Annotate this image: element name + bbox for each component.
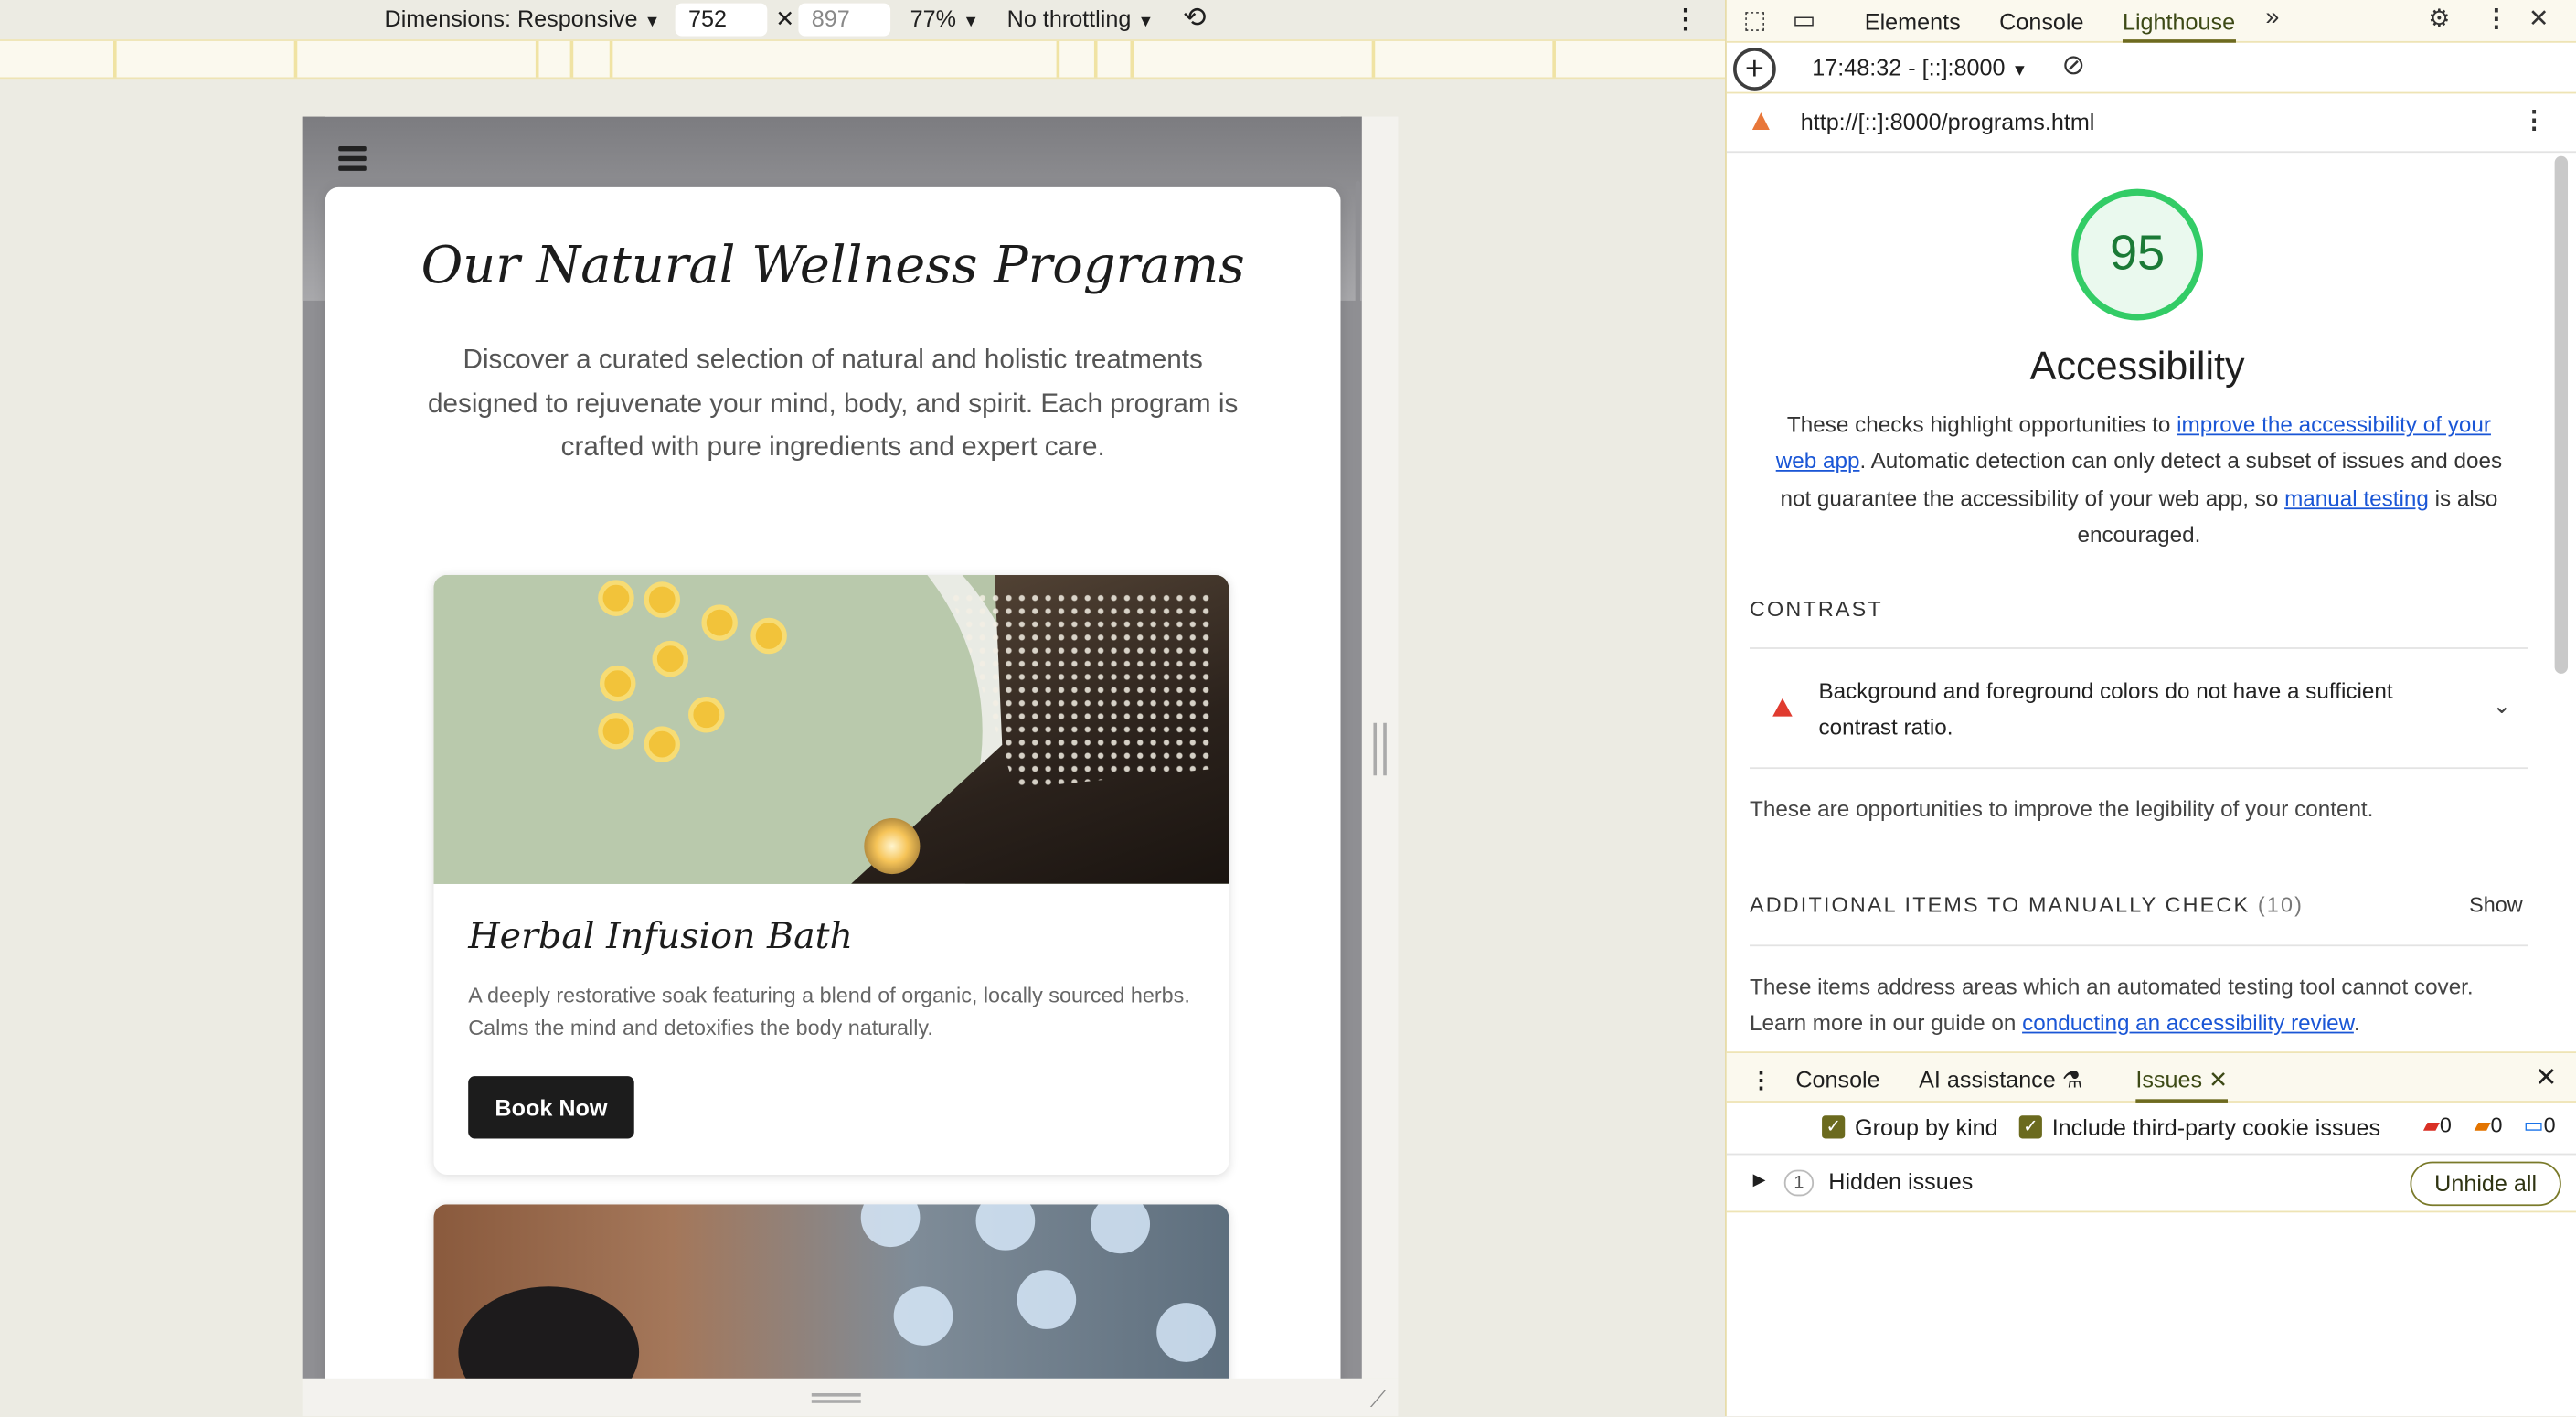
- hamburger-menu-icon[interactable]: [338, 145, 367, 171]
- browser-window: Dimensions: Responsive ▼ 752 ✕ 897 77% ▼ N…: [0, 0, 2576, 1417]
- error-count: ▰0: [2422, 1112, 2452, 1137]
- gear-icon[interactable]: ⚙: [2428, 4, 2450, 33]
- contrast-note: These are opportunities to improve the l…: [1750, 796, 2374, 822]
- device-toggle-icon[interactable]: ▭: [1793, 5, 1815, 35]
- drawer-tabbar: ⋮ Console AI assistance ⚗ Issues ✕ ✕: [1726, 1052, 2576, 1103]
- group-by-kind-label: Group by kind: [1855, 1113, 1998, 1141]
- tab-console[interactable]: Console: [1999, 8, 2083, 35]
- show-toggle[interactable]: Show: [2469, 892, 2522, 917]
- devtools-drawer: ⋮ Console AI assistance ⚗ Issues ✕ ✕ ✓ G…: [1726, 1051, 2576, 1417]
- error-icon: ▰: [2422, 1112, 2440, 1137]
- hidden-issues-row[interactable]: ▶ 1 Hidden issues Unhide all: [1726, 1155, 2576, 1213]
- close-icon[interactable]: ✕: [2528, 4, 2549, 33]
- more-tabs-icon[interactable]: »: [2265, 4, 2279, 32]
- manual-check-heading[interactable]: ADDITIONAL ITEMS TO MANUALLY CHECK (10): [1750, 892, 2304, 917]
- warning-icon: ▰: [2474, 1112, 2491, 1137]
- third-party-checkbox[interactable]: ✓: [2018, 1115, 2042, 1139]
- device-toolbar: Dimensions: Responsive ▼ 752 ✕ 897 77% ▼ N…: [0, 0, 1725, 39]
- height-input[interactable]: 897: [798, 3, 891, 37]
- width-input[interactable]: 752: [675, 3, 768, 37]
- caret-down-icon: ▼: [963, 13, 980, 32]
- page-title: Our Natural Wellness Programs: [420, 236, 1245, 296]
- resize-handle-bottom[interactable]: [811, 1393, 861, 1403]
- devtools-tabbar: ⬚ ▭ Elements Console Lighthouse » ⚙ ⋮ ✕: [1726, 0, 2576, 43]
- program-card: [433, 1204, 1229, 1379]
- devtools-panel: ⬚ ▭ Elements Console Lighthouse » ⚙ ⋮ ✕ …: [1725, 0, 2576, 1417]
- drawer-tab-ai-assistance[interactable]: AI assistance ⚗: [1919, 1066, 2082, 1094]
- clear-reports-icon[interactable]: ⊘: [2061, 49, 2085, 82]
- report-scrollbar[interactable]: [2554, 155, 2569, 674]
- new-report-icon[interactable]: +: [1733, 48, 1776, 91]
- program-description: A deeply restorative soak featuring a bl…: [468, 982, 1190, 1040]
- drawer-tab-issues[interactable]: Issues ✕: [2135, 1066, 2229, 1103]
- drawer-menu-icon[interactable]: ⋮: [1750, 1066, 1772, 1094]
- times-icon: ✕: [775, 5, 795, 32]
- resize-corner-icon[interactable]: ⟋: [1370, 1385, 1387, 1413]
- fail-triangle-icon: [1772, 698, 1793, 717]
- resize-handle-right[interactable]: [1373, 722, 1387, 776]
- issues-filters: ✓ Group by kind ✓ Include third-party co…: [1726, 1103, 2576, 1156]
- device-emulation-area: Dimensions: Responsive ▼ 752 ✕ 897 77% ▼ N…: [0, 0, 1726, 1417]
- tab-lighthouse[interactable]: Lighthouse: [2122, 8, 2236, 43]
- close-tab-icon[interactable]: ✕: [2209, 1066, 2228, 1092]
- hidden-issues-label: Hidden issues: [1828, 1167, 1974, 1195]
- report-menu-icon[interactable]: ⋮: [2522, 105, 2547, 135]
- inspect-element-icon[interactable]: ⬚: [1743, 5, 1766, 35]
- emulated-viewport: Our Natural Wellness Programs Discover a…: [302, 116, 1362, 1379]
- book-now-button[interactable]: Book Now: [468, 1076, 634, 1139]
- info-count: ▭0: [2523, 1112, 2556, 1137]
- third-party-label: Include third-party cookie issues: [2051, 1113, 2381, 1141]
- dimensions-dropdown[interactable]: Dimensions: Responsive ▼: [385, 5, 661, 31]
- info-icon: ▭: [2523, 1112, 2544, 1137]
- report-url-row: ▲ http://[::]:8000/programs.html ⋮: [1726, 93, 2576, 154]
- warning-count: ▰0: [2474, 1112, 2503, 1137]
- manual-note: These items address areas which an autom…: [1750, 974, 2474, 1036]
- lighthouse-toolbar: + 17:48:32 - [::]:8000 ▼ ⊘: [1726, 45, 2576, 94]
- expand-triangle-icon[interactable]: ▶: [1753, 1171, 1766, 1189]
- rotate-icon[interactable]: ⟲: [1183, 2, 1207, 35]
- report-selector[interactable]: 17:48:32 - [::]:8000 ▼: [1812, 54, 2028, 80]
- flask-icon: ⚗: [2061, 1066, 2083, 1093]
- program-card: Herbal Infusion Bath A deeply restorativ…: [433, 575, 1229, 1175]
- caret-down-icon: ▼: [1137, 13, 1155, 32]
- caret-down-icon: ▼: [644, 13, 661, 32]
- group-by-kind-checkbox[interactable]: ✓: [1822, 1115, 1846, 1139]
- category-description: These checks highlight opportunities to …: [1775, 412, 2503, 548]
- manual-testing-link[interactable]: manual testing: [2284, 485, 2429, 510]
- lighthouse-logo-icon: ▲: [1746, 103, 1776, 137]
- contrast-audit[interactable]: Background and foreground colors do not …: [1750, 652, 2528, 767]
- category-title: Accessibility: [2029, 345, 2245, 389]
- drawer-tab-console[interactable]: Console: [1795, 1066, 1879, 1092]
- hot-stone-image: [433, 1204, 1229, 1379]
- lighthouse-report: 95 Accessibility These checks highlight …: [1727, 153, 2549, 1049]
- page-intro: Discover a curated selection of natural …: [428, 345, 1239, 463]
- contrast-heading: CONTRAST: [1750, 596, 1883, 622]
- zoom-dropdown[interactable]: 77% ▼: [910, 5, 979, 31]
- tab-elements[interactable]: Elements: [1865, 8, 1961, 35]
- report-url[interactable]: http://[::]:8000/programs.html: [1801, 109, 2095, 135]
- chevron-down-icon[interactable]: ⌄: [2492, 692, 2511, 720]
- unhide-all-button[interactable]: Unhide all: [2410, 1161, 2561, 1207]
- herbal-bath-image: [433, 575, 1229, 884]
- media-query-ruler: [0, 39, 1726, 80]
- close-drawer-icon[interactable]: ✕: [2535, 1061, 2557, 1094]
- more-options-icon[interactable]: ⋮: [1673, 4, 1699, 37]
- program-title: Herbal Infusion Bath: [468, 916, 854, 958]
- throttling-dropdown[interactable]: No throttling ▼: [1007, 5, 1155, 31]
- more-options-icon[interactable]: ⋮: [2484, 4, 2508, 33]
- viewport-scrollbar[interactable]: [1355, 180, 1361, 477]
- hidden-count-badge: 1: [1783, 1169, 1815, 1197]
- score-gauge: 95: [2071, 188, 2204, 321]
- accessibility-review-link[interactable]: conducting an accessibility review: [2022, 1010, 2354, 1035]
